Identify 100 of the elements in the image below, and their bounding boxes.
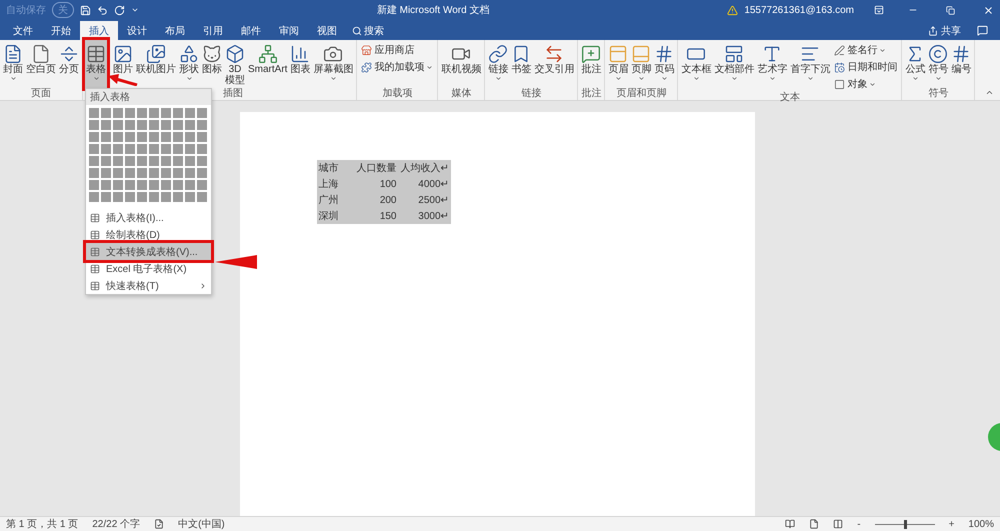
share-button[interactable]: 共享	[922, 21, 967, 40]
menu-item[interactable]: Excel 电子表格(X)	[86, 260, 211, 277]
ribbon-button[interactable]: 我的加载项	[359, 59, 436, 75]
ribbon-button[interactable]: 表格	[85, 40, 107, 88]
caret-icon	[806, 75, 814, 82]
cat-icon	[202, 44, 222, 64]
table-icon	[90, 212, 100, 222]
ribbon-button[interactable]: 图标	[201, 40, 223, 88]
images-icon	[146, 44, 166, 64]
ribbon-button[interactable]: 链接	[487, 40, 510, 88]
ribbon-button[interactable]: 3D 模型	[224, 40, 246, 88]
restore-icon[interactable]	[946, 6, 955, 14]
ribbon-button[interactable]: 符号	[927, 40, 950, 88]
language-label: 中文(中国)	[178, 518, 225, 531]
account-name[interactable]: 15577261361@163.com	[744, 4, 854, 16]
ribbon-button[interactable]: 封面	[2, 40, 24, 88]
table-cell: 100	[346, 176, 398, 192]
group-label: 页眉和页脚	[616, 88, 666, 100]
undo-icon[interactable]	[97, 4, 108, 16]
comments-icon[interactable]	[977, 25, 988, 36]
proofing-icon[interactable]	[154, 519, 164, 529]
redo-icon[interactable]	[114, 4, 125, 16]
read-mode-icon[interactable]	[785, 519, 796, 529]
ribbon-button[interactable]: SmartArt	[247, 40, 288, 88]
ribbon-button[interactable]: 公式	[904, 40, 926, 88]
table-cell: 城市	[316, 160, 346, 176]
ribbon-button[interactable]: 日期和时间	[832, 59, 900, 75]
table-icon	[90, 246, 100, 256]
ribbon-button[interactable]: 屏幕截图	[312, 40, 354, 88]
caret-icon	[614, 75, 622, 82]
ribbon-button[interactable]: 形状	[178, 40, 200, 88]
caret-icon	[879, 46, 886, 54]
ribbon-button[interactable]: 应用商店	[359, 42, 436, 58]
comment-icon	[581, 44, 602, 64]
table-cell: 深圳	[316, 208, 346, 224]
ribbon-button[interactable]: 分页	[58, 40, 80, 88]
type-icon	[762, 44, 782, 64]
caret-icon	[660, 75, 668, 82]
page-break-icon	[59, 44, 79, 64]
caret-icon	[10, 75, 16, 82]
search-field[interactable]: 搜索	[352, 21, 384, 40]
ribbon-button[interactable]: 交叉引用	[533, 40, 576, 88]
ribbon-button[interactable]: 签名行	[832, 42, 900, 58]
ribbon-button[interactable]: 联机图片	[135, 40, 177, 88]
group-label: 页面	[31, 88, 51, 100]
ribbon-button[interactable]: 文本框	[680, 40, 712, 92]
zoom-level: 100%	[968, 518, 994, 530]
store-icon	[361, 44, 372, 56]
link-icon	[488, 44, 508, 64]
web-layout-icon[interactable]	[833, 519, 844, 529]
ribbon-button[interactable]: 首字下沉	[789, 40, 832, 92]
ribbon-button[interactable]: 艺术字	[756, 40, 788, 92]
menu-item[interactable]: 绘制表格(D)	[86, 226, 211, 243]
ribbon-button[interactable]: 空白页	[25, 40, 57, 88]
ribbon-button[interactable]: 页脚	[630, 40, 652, 88]
zoom-thumb[interactable]	[904, 520, 907, 528]
zoom-out-button[interactable]: -	[857, 518, 861, 530]
ribbon-tab[interactable]: 布局	[156, 21, 194, 40]
hierarchy-icon	[258, 44, 278, 64]
caret-icon	[730, 75, 738, 82]
ribbon-button[interactable]: 编号	[950, 40, 972, 88]
ribbon-button[interactable]: 图表	[289, 40, 312, 88]
ribbon-tab[interactable]: 审阅	[270, 21, 308, 40]
caret-icon	[768, 75, 776, 82]
zoom-in-button[interactable]: +	[948, 518, 954, 530]
group-label: 插图	[223, 88, 244, 100]
ribbon-button[interactable]: 页码	[653, 40, 676, 88]
puzzle-icon	[361, 62, 372, 72]
ribbon-button[interactable]: 联机视频	[440, 40, 482, 88]
customize-icon[interactable]	[131, 6, 139, 14]
caret-icon	[186, 75, 192, 82]
ribbon-button[interactable]: 批注	[580, 40, 602, 88]
group-label: 文本	[780, 92, 800, 104]
ribbon-tab[interactable]: 开始	[42, 21, 80, 40]
ribbon-options-icon[interactable]	[874, 5, 884, 15]
arrows-icon	[544, 44, 564, 64]
caret-icon	[494, 75, 502, 82]
ribbon-button[interactable]: 书签	[510, 40, 532, 88]
table-icon	[90, 230, 100, 240]
save-icon[interactable]	[80, 4, 91, 16]
autosave-label: 自动保存	[6, 4, 46, 17]
ribbon-button[interactable]: 图片	[112, 40, 134, 88]
table-cell: 150	[346, 208, 398, 224]
ribbon-tab[interactable]: 设计	[118, 21, 156, 40]
ribbon-tab[interactable]: 邮件	[232, 21, 270, 40]
ribbon-tab[interactable]: 视图	[308, 21, 346, 40]
menu-item[interactable]: 快速表格(T)	[86, 277, 211, 294]
ribbon-button[interactable]: 对象	[832, 76, 900, 92]
table-icon	[86, 44, 106, 64]
collapse-ribbon-icon[interactable]	[985, 88, 994, 97]
table-cell: 3000↵	[398, 208, 451, 224]
word-count: 22/22 个字	[92, 518, 140, 531]
ribbon-tab[interactable]: 引用	[194, 21, 232, 40]
close-icon[interactable]	[983, 4, 994, 16]
print-layout-icon[interactable]	[809, 519, 820, 529]
ribbon-button[interactable]: 文档部件	[713, 40, 756, 92]
menu-item[interactable]: 插入表格(I)...	[86, 209, 211, 226]
ribbon-button[interactable]: 页眉	[607, 40, 630, 88]
ribbon-tab[interactable]: 文件	[4, 21, 42, 40]
menu-item[interactable]: 文本转换成表格(V)...	[86, 243, 211, 260]
